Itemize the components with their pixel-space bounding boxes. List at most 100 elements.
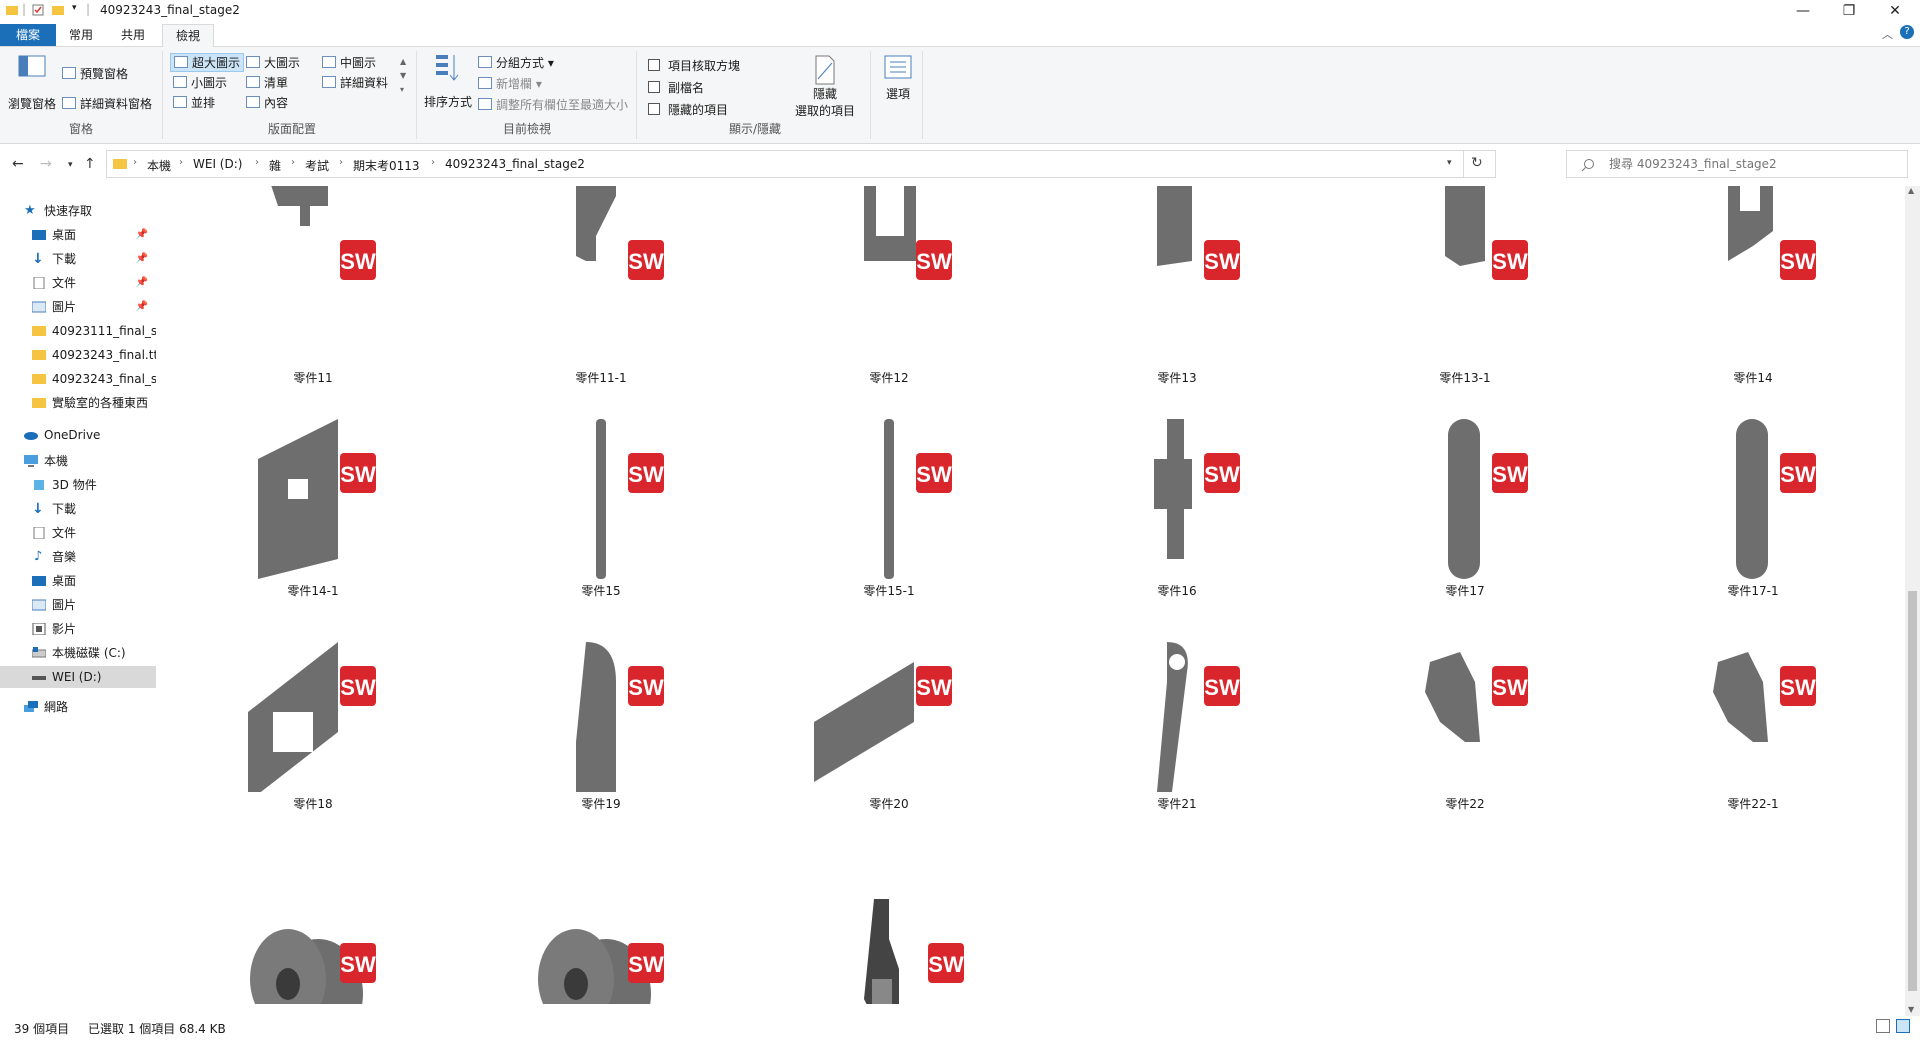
file-item[interactable]: SW 零件22	[1380, 602, 1550, 811]
layout-small-icons[interactable]: 小圖示	[173, 74, 227, 91]
breadcrumb-separator-icon[interactable]: ›	[255, 157, 259, 168]
tab-home[interactable]: 常用	[58, 24, 104, 46]
properties-icon[interactable]	[32, 4, 44, 16]
nav-folder[interactable]: 40923243_final_sta	[0, 368, 156, 390]
nav-pictures[interactable]: 圖片	[0, 594, 156, 616]
vertical-scrollbar[interactable]: ▲ ▼	[1905, 186, 1920, 1016]
nav-downloads[interactable]: ↓ 下載	[0, 498, 156, 520]
add-column-button[interactable]: 新增欄 ▾	[478, 75, 542, 92]
help-icon[interactable]: ?	[1900, 25, 1914, 39]
scroll-up-icon[interactable]: ▲	[1908, 186, 1914, 195]
details-view-icon[interactable]	[1876, 1019, 1890, 1033]
file-item[interactable]: SW 零件13	[1092, 186, 1262, 385]
tab-file[interactable]: 檔案	[0, 24, 56, 46]
scrollbar-thumb[interactable]	[1908, 591, 1917, 991]
new-folder-icon[interactable]	[52, 4, 64, 16]
options-button[interactable]: 選項	[878, 55, 918, 102]
large-icons-view-icon[interactable]	[1896, 1019, 1910, 1033]
hidden-items-toggle[interactable]: 隱藏的項目	[648, 101, 728, 118]
checkbox-icon[interactable]	[648, 59, 660, 71]
breadcrumb-separator-icon[interactable]: ›	[133, 157, 137, 168]
file-item[interactable]: SW 零件13-1	[1380, 186, 1550, 385]
breadcrumb-current-folder[interactable]: 40923243_final_stage2	[445, 157, 585, 171]
nav-desktop[interactable]: 桌面 📌	[0, 224, 156, 246]
scroll-down-icon[interactable]: ▼	[1908, 1005, 1914, 1014]
layout-large-icons[interactable]: 大圖示	[246, 54, 300, 71]
file-item[interactable]: SW 零件18	[228, 602, 398, 811]
back-arrow-icon[interactable]: ←	[12, 156, 24, 172]
nav-pane-button[interactable]: 瀏覽窗格	[8, 55, 58, 115]
file-item[interactable]: SW 零件21	[1092, 602, 1262, 811]
file-item[interactable]: SW 零件16	[1092, 389, 1262, 598]
nav-folder[interactable]: 40923243_final.ttt	[0, 344, 156, 366]
search-box[interactable]	[1566, 150, 1908, 178]
layout-medium-icons[interactable]: 中圖示	[322, 54, 376, 71]
nav-network[interactable]: 網路	[0, 696, 156, 718]
nav-this-pc[interactable]: 本機	[0, 450, 156, 472]
breadcrumb-misc[interactable]: 雜	[269, 157, 281, 174]
file-item[interactable]: SW 零件15	[516, 389, 686, 598]
file-item[interactable]: SW 零件11	[228, 186, 398, 385]
minimize-button[interactable]: —	[1780, 0, 1826, 22]
breadcrumb-drive-d[interactable]: WEI (D:)	[193, 157, 242, 171]
layout-xl-icons[interactable]: 超大圖示	[170, 53, 245, 72]
breadcrumb-separator-icon[interactable]: ›	[339, 157, 343, 168]
file-item[interactable]: SW 零件19	[516, 602, 686, 811]
address-history-dropdown-icon[interactable]: ▾	[1447, 158, 1452, 168]
file-item[interactable]: SW 零件15-1	[804, 389, 974, 598]
checkbox-icon[interactable]	[648, 81, 660, 93]
quick-access-dropdown-icon[interactable]: ▾	[72, 3, 77, 13]
layout-list[interactable]: 清單	[246, 74, 288, 91]
breadcrumb-this-pc[interactable]: 本機	[147, 157, 171, 174]
file-item[interactable]: SW 零件17	[1380, 389, 1550, 598]
file-item[interactable]: SW 零件20	[804, 602, 974, 811]
nav-folder[interactable]: 40923111_final_sta	[0, 320, 156, 342]
nav-folder[interactable]: 實驗室的各種東西	[0, 392, 156, 414]
file-item[interactable]: SW左右對調組合完成板	[804, 879, 974, 1004]
breadcrumb-separator-icon[interactable]: ›	[291, 157, 295, 168]
file-item[interactable]: SW 零件17-1	[1668, 389, 1838, 598]
nav-3d-objects[interactable]: 3D 物件	[0, 474, 156, 496]
sort-button[interactable]: 排序方式	[424, 53, 472, 113]
layout-scroll-arrows-icon[interactable]: ▲ ▼ ▾	[400, 55, 406, 97]
details-pane-button[interactable]: 詳細資料窗格	[62, 95, 152, 112]
breadcrumb-final-0113[interactable]: 期末考0113	[353, 157, 420, 174]
extensions-toggle[interactable]: 副檔名	[648, 79, 704, 96]
up-arrow-icon[interactable]: ↑	[84, 156, 96, 172]
address-bar[interactable]: › 本機 › WEI (D:) › 雜 › 考試 › 期末考0113 › 409…	[106, 150, 1496, 178]
fit-columns-button[interactable]: 調整所有欄位至最適大小	[478, 96, 628, 113]
recent-dropdown-icon[interactable]: ▾	[68, 160, 73, 170]
nav-downloads[interactable]: ↓ 下載 📌	[0, 248, 156, 270]
breadcrumb-exams[interactable]: 考試	[305, 157, 329, 174]
tab-view[interactable]: 檢視	[162, 24, 214, 48]
nav-videos[interactable]: 影片	[0, 618, 156, 640]
forward-arrow-icon[interactable]: →	[40, 156, 52, 172]
file-item[interactable]: SW零件23-1	[516, 879, 686, 1004]
item-checkboxes-toggle[interactable]: 項目核取方塊	[648, 57, 740, 74]
breadcrumb-separator-icon[interactable]: ›	[179, 157, 183, 168]
hide-selected-button[interactable]: 隱藏 選取的項目	[790, 55, 860, 121]
preview-pane-button[interactable]: 預覽窗格	[62, 65, 128, 82]
nav-documents[interactable]: 文件 📌	[0, 272, 156, 294]
search-input[interactable]	[1607, 156, 1901, 172]
nav-desktop[interactable]: 桌面	[0, 570, 156, 592]
breadcrumb-separator-icon[interactable]: ›	[431, 157, 435, 168]
nav-pictures[interactable]: 圖片 📌	[0, 296, 156, 318]
file-item[interactable]: SW 零件22-1	[1668, 602, 1838, 811]
nav-music[interactable]: ♪ 音樂	[0, 546, 156, 568]
layout-tiles[interactable]: 並排	[173, 94, 215, 111]
tab-share[interactable]: 共用	[110, 24, 156, 46]
file-item[interactable]: SW 零件14-1	[228, 389, 398, 598]
file-item[interactable]: SW 零件11-1	[516, 186, 686, 385]
ribbon-collapse-icon[interactable]: ︿	[1882, 26, 1893, 42]
checkbox-icon[interactable]	[648, 103, 660, 115]
maximize-button[interactable]: ❐	[1826, 0, 1872, 22]
nav-onedrive[interactable]: OneDrive	[0, 424, 156, 446]
file-item[interactable]: SW零件23	[228, 879, 398, 1004]
nav-drive-c[interactable]: 本機磁碟 (C:)	[0, 642, 156, 664]
file-item[interactable]: SW 零件12	[804, 186, 974, 385]
layout-content[interactable]: 內容	[246, 94, 288, 111]
nav-documents[interactable]: 文件	[0, 522, 156, 544]
close-button[interactable]: ✕	[1872, 0, 1918, 22]
file-item[interactable]: SW 零件14	[1668, 186, 1838, 385]
